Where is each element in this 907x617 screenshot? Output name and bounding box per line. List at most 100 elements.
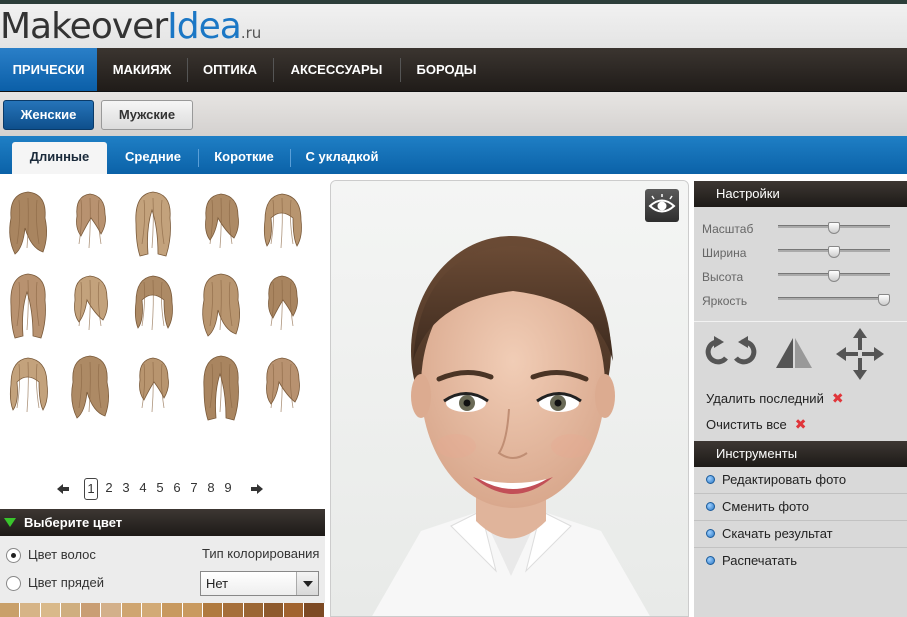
page-number[interactable]: 1 [84, 478, 98, 500]
change-photo-button[interactable]: Сменить фото [694, 495, 907, 521]
color-swatch[interactable] [202, 603, 224, 617]
logo-part-idea: Idea [167, 6, 242, 47]
hairstyle-thumbnail[interactable] [65, 352, 115, 422]
radio-selected[interactable] [6, 548, 21, 564]
tab-long[interactable]: Длинные [12, 142, 107, 174]
clear-all-button[interactable]: Очистить все ✖ [706, 416, 806, 433]
hairstyle-thumbnail[interactable] [257, 352, 307, 422]
bullet-icon [706, 556, 715, 565]
hair-color-option[interactable]: Цвет волос [6, 547, 96, 564]
eye-icon[interactable] [645, 189, 679, 222]
move-icon[interactable] [834, 326, 886, 382]
hairstyle-thumbnail[interactable] [3, 352, 53, 422]
menu-item-accessories[interactable]: АКСЕССУАРЫ [273, 48, 400, 91]
slider-height[interactable]: Высота [702, 267, 902, 289]
color-swatch[interactable] [162, 603, 183, 617]
radio-unselected[interactable] [6, 576, 21, 592]
page-number[interactable]: 5 [153, 480, 167, 495]
color-swatch[interactable] [223, 603, 244, 617]
strands-color-option[interactable]: Цвет прядей [6, 575, 104, 592]
color-swatch[interactable] [101, 603, 122, 617]
menu-item-beards[interactable]: БОРОДЫ [400, 48, 493, 91]
slider-brightness[interactable]: Яркость [702, 291, 902, 313]
color-swatch[interactable] [20, 603, 41, 617]
hairstyle-thumbnail[interactable] [196, 188, 246, 258]
hairstyle-thumbnail[interactable] [128, 352, 178, 422]
slider-knob[interactable] [828, 246, 840, 258]
color-swatch[interactable] [243, 603, 264, 617]
menu-item-makeup[interactable]: МАКИЯЖ [97, 48, 187, 91]
page-number[interactable]: 8 [204, 480, 218, 495]
slider-label: Высота [702, 270, 744, 284]
color-swatch[interactable] [142, 603, 163, 617]
coloring-type-select[interactable]: Нет [200, 571, 319, 596]
color-swatch[interactable] [40, 603, 61, 617]
page-number[interactable]: 6 [170, 480, 184, 495]
menu-item-hairstyles[interactable]: ПРИЧЕСКИ [0, 48, 97, 91]
strands-color-label: Цвет прядей [28, 575, 104, 590]
slider-track[interactable] [778, 297, 890, 300]
close-icon: ✖ [831, 390, 844, 406]
page-number[interactable]: 4 [136, 480, 150, 495]
hairstyle-thumbnail[interactable] [128, 188, 178, 258]
rotate-left-icon[interactable] [704, 336, 730, 366]
close-icon: ✖ [794, 416, 807, 432]
bullet-icon [706, 475, 715, 484]
color-swatch[interactable] [0, 603, 21, 617]
portrait-image [331, 181, 688, 616]
page-number[interactable]: 2 [102, 480, 116, 495]
color-swatch[interactable] [284, 603, 305, 617]
hairstyle-thumbnail[interactable] [196, 352, 246, 422]
site-logo[interactable]: MakeoverIdea.ru [0, 6, 261, 47]
bullet-icon [706, 502, 715, 511]
flip-icon[interactable] [774, 336, 814, 370]
slider-scale[interactable]: Масштаб [702, 219, 902, 241]
hairstyle-thumbnail[interactable] [3, 188, 53, 258]
coloring-type-value: Нет [206, 576, 229, 591]
color-swatch[interactable] [304, 603, 325, 617]
delete-last-label: Удалить последний [706, 391, 824, 406]
female-button[interactable]: Женские [3, 100, 94, 130]
hairstyle-thumbnail[interactable] [128, 270, 178, 340]
hairstyle-thumbnail[interactable] [3, 270, 53, 340]
color-swatches [0, 603, 325, 617]
color-swatch[interactable] [121, 603, 143, 617]
page-number[interactable]: 7 [187, 480, 201, 495]
hairstyle-thumbnail[interactable] [257, 270, 307, 340]
slider-knob[interactable] [828, 270, 840, 282]
download-result-button[interactable]: Скачать результат [694, 522, 907, 548]
tab-medium[interactable]: Средние [112, 142, 194, 174]
color-section-header[interactable]: Выберите цвет [0, 509, 325, 536]
hairstyle-thumbnail[interactable] [196, 270, 246, 340]
slider-knob[interactable] [828, 222, 840, 234]
color-swatch[interactable] [81, 603, 102, 617]
tab-short[interactable]: Короткие [202, 142, 286, 174]
delete-last-button[interactable]: Удалить последний ✖ [706, 390, 844, 407]
color-swatch[interactable] [263, 603, 285, 617]
rotate-right-icon[interactable] [732, 336, 758, 366]
photo-preview[interactable] [330, 180, 689, 617]
hairstyle-thumbnail[interactable] [65, 270, 115, 340]
page-number[interactable]: 3 [119, 480, 133, 495]
tab-styled[interactable]: С укладкой [294, 142, 390, 174]
menu-item-optics[interactable]: ОПТИКА [187, 48, 273, 91]
coloring-type-label: Тип колорирования [202, 546, 320, 561]
print-button[interactable]: Распечатать [694, 549, 907, 575]
slider-width[interactable]: Ширина [702, 243, 902, 265]
prev-page-icon[interactable] [56, 482, 70, 496]
hairstyle-thumbnail[interactable] [65, 188, 115, 258]
edit-photo-button[interactable]: Редактировать фото [694, 468, 907, 494]
slider-label: Ширина [702, 246, 747, 260]
slider-knob[interactable] [878, 294, 890, 306]
chevron-down-icon[interactable] [296, 572, 318, 595]
length-tabs: Длинные Средние Короткие С укладкой [0, 136, 907, 174]
triangle-down-icon [4, 518, 16, 527]
logo-part-makeover: Makeover [0, 6, 168, 47]
color-swatch[interactable] [182, 603, 203, 617]
hairstyle-thumbnail[interactable] [257, 188, 307, 258]
page-number[interactable]: 9 [221, 480, 235, 495]
next-page-icon[interactable] [250, 482, 264, 496]
tab-separator [290, 149, 291, 167]
color-swatch[interactable] [60, 603, 82, 617]
male-button[interactable]: Мужские [101, 100, 193, 130]
